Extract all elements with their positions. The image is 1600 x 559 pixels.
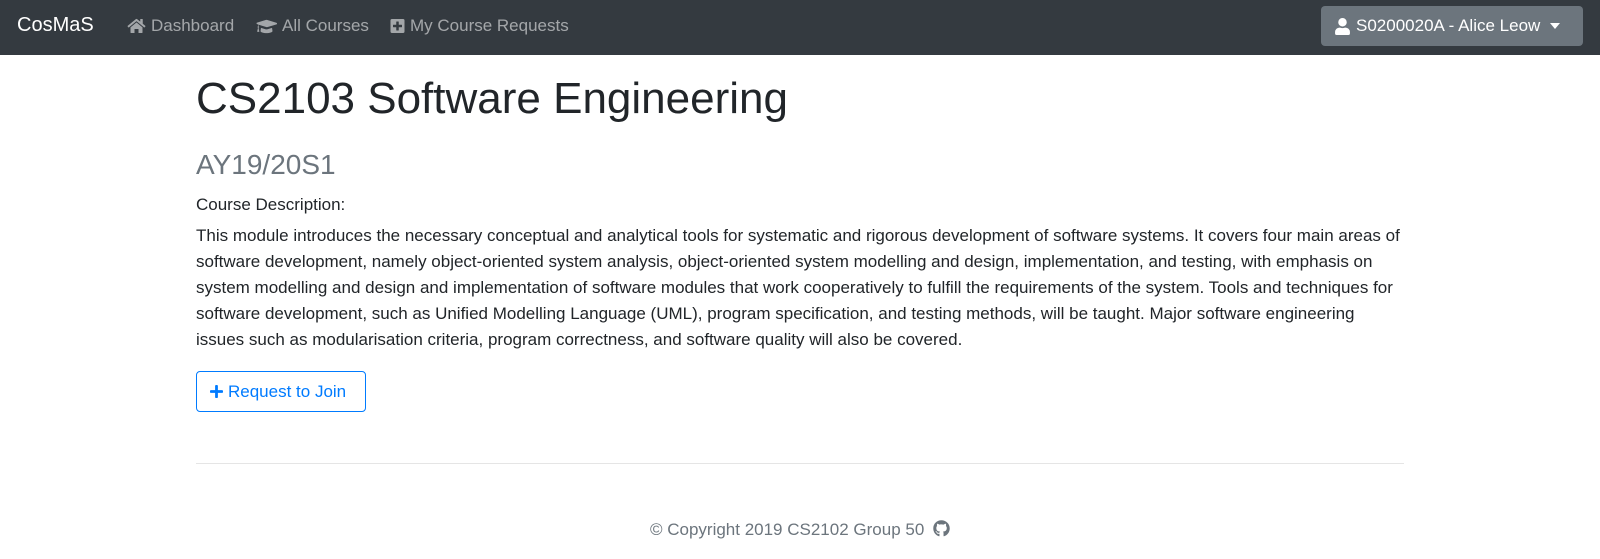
course-semester: AY19/20S1 — [196, 149, 336, 180]
nav-all-courses-label: All Courses — [282, 16, 369, 35]
course-description: This module introduces the necessary con… — [196, 226, 1400, 349]
nav-dashboard-label: Dashboard — [151, 16, 235, 35]
plus-icon — [210, 385, 223, 398]
top-navbar: CosMaS Dashboard All Courses My Course R… — [0, 0, 1600, 55]
course-description-label: Course Description: — [196, 195, 346, 214]
nav-all-courses[interactable]: All Courses — [256, 15, 369, 37]
github-icon[interactable] — [933, 520, 950, 537]
home-icon — [127, 18, 146, 33]
footer-copyright: © Copyright 2019 CS2102 Group 50 — [649, 520, 925, 539]
page-title: CS2103 Software Engineering — [196, 74, 788, 123]
user-icon — [1335, 17, 1350, 35]
graduation-cap-icon — [256, 19, 277, 34]
request-to-join-label: Request to Join — [228, 381, 347, 401]
plus-square-icon — [390, 19, 405, 33]
nav-my-course-requests-label: My Course Requests — [410, 16, 569, 35]
nav-my-course-requests[interactable]: My Course Requests — [390, 15, 569, 37]
user-menu-label: S0200020A - Alice Leow — [1356, 16, 1541, 35]
footer: © Copyright 2019 CS2102 Group 50 — [196, 518, 1404, 542]
user-menu-button[interactable]: S0200020A - Alice Leow — [1321, 6, 1583, 46]
nav-dashboard[interactable]: Dashboard — [127, 15, 234, 37]
brand-logo[interactable]: CosMaS — [17, 13, 94, 37]
footer-divider — [196, 463, 1404, 464]
request-to-join-button[interactable]: Request to Join — [196, 371, 366, 412]
chevron-down-icon — [1550, 23, 1561, 29]
